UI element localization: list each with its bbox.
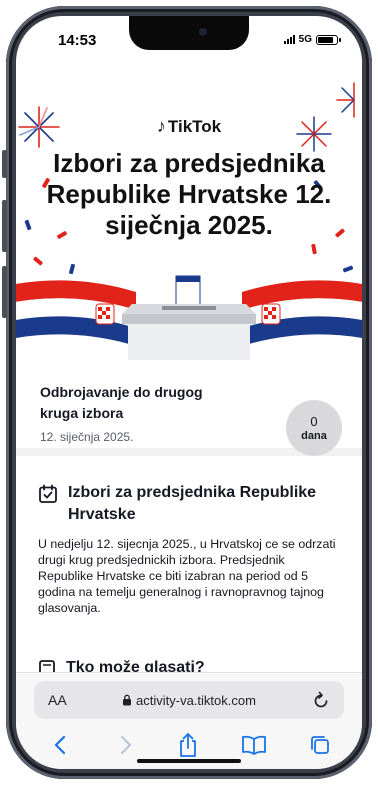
url-field[interactable]: activity-va.tiktok.com xyxy=(34,693,344,708)
network-label: 5G xyxy=(298,34,312,45)
home-indicator[interactable] xyxy=(137,759,241,763)
safari-bottom-bar: AA activity-va.tiktok.com xyxy=(16,672,362,769)
section-body: U nedjelju 12. sijecnja 2025., u Hrvatsk… xyxy=(38,537,336,615)
countdown-title: Odbrojavanje do drugog kruga izbora xyxy=(40,384,203,421)
reload-icon[interactable] xyxy=(312,690,330,710)
volume-up-button xyxy=(2,200,7,252)
tabs-button[interactable] xyxy=(306,731,334,759)
confetti xyxy=(32,256,44,266)
election-info-section: Izbori za predsjednika Republike Hrvatsk… xyxy=(16,464,362,616)
confetti xyxy=(311,243,317,255)
calendar-check-icon xyxy=(39,484,57,503)
confetti xyxy=(68,263,76,275)
countdown-card: Odbrojavanje do drugog kruga izbora 12. … xyxy=(16,360,362,456)
screen: 14:53 5G ♪ TikTok Izbori za predsjednika… xyxy=(16,16,362,769)
share-icon xyxy=(180,733,196,757)
bookmarks-button[interactable] xyxy=(240,731,268,759)
days-unit: dana xyxy=(301,429,327,442)
signal-icon xyxy=(283,35,295,44)
mute-switch xyxy=(2,150,7,178)
days-remaining-badge: 0 dana xyxy=(286,400,342,456)
countdown-date: 12. siječnja 2025. xyxy=(40,430,134,444)
confetti xyxy=(342,265,354,273)
flag-ballot-illustration xyxy=(16,275,362,360)
url-text: activity-va.tiktok.com xyxy=(136,692,256,708)
address-bar[interactable]: AA activity-va.tiktok.com xyxy=(34,681,344,719)
back-icon xyxy=(54,735,66,755)
battery-icon xyxy=(316,34,341,45)
share-button[interactable] xyxy=(174,731,202,759)
forward-button[interactable] xyxy=(112,731,140,759)
lock-icon xyxy=(123,694,132,705)
safari-toolbar xyxy=(16,731,362,761)
tabs-icon xyxy=(311,736,329,754)
volume-down-button xyxy=(2,266,7,318)
tiktok-logo: ♪ TikTok xyxy=(156,116,222,136)
tiktok-note-icon: ♪ xyxy=(156,116,166,136)
confetti xyxy=(24,219,32,231)
status-time: 14:53 xyxy=(58,32,97,49)
firework-corner-icon xyxy=(336,82,355,118)
election-banner: ♪ TikTok Izbori za predsjednika Republike… xyxy=(16,60,362,360)
days-value: 0 xyxy=(310,413,318,429)
section-title: Izbori za predsjednika Republike Hrvatsk… xyxy=(68,484,317,523)
banner-headline: Izbori za predsjednika Republike Hrvatsk… xyxy=(46,148,332,240)
back-button[interactable] xyxy=(46,731,74,759)
notch xyxy=(129,16,249,50)
forward-icon xyxy=(120,735,132,755)
bookmarks-icon xyxy=(242,735,266,755)
